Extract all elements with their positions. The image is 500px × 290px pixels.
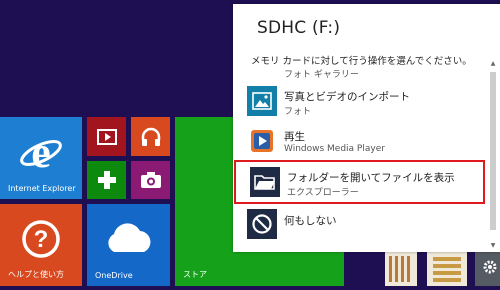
puzzle-icon xyxy=(433,256,461,282)
option-title: 再生 xyxy=(284,131,305,143)
option-play[interactable]: 再生 Windows Media Player xyxy=(233,123,486,163)
help-icon: ? xyxy=(20,218,62,260)
tile-label: ヘルプと使い方 xyxy=(8,270,64,279)
photos-icon xyxy=(247,86,277,116)
gear-icon xyxy=(481,258,499,276)
calendar-grid-icon xyxy=(389,256,413,282)
cloud-icon xyxy=(101,220,157,256)
option-list: フォト ギャラリー 写真とビデオのインポート フォト 再生 Windows Me… xyxy=(233,66,486,252)
tile-video[interactable] xyxy=(87,117,126,156)
tile-label: OneDrive xyxy=(95,271,133,280)
tile-calendar-partial[interactable] xyxy=(385,252,417,286)
autoplay-toast: SDHC (F:) メモリ カードに対して行う操作を選んでください。 フォト ギ… xyxy=(233,4,500,252)
option-subtitle: フォト ギャラリー xyxy=(284,70,359,80)
tile-music[interactable] xyxy=(131,117,170,156)
option-title: 写真とビデオのインポート xyxy=(284,91,410,103)
tile-settings-partial[interactable] xyxy=(475,252,500,286)
tile-games[interactable] xyxy=(87,161,126,199)
scroll-down-arrow-icon[interactable]: ▼ xyxy=(489,242,497,250)
tile-game-partial[interactable] xyxy=(427,252,467,286)
game-controller-icon xyxy=(87,161,126,199)
tile-label: ストア xyxy=(183,270,207,279)
option-subtitle: フォト xyxy=(284,107,312,117)
tile-label: Internet Explorer xyxy=(8,184,76,193)
headphones-icon xyxy=(131,117,170,156)
scroll-up-arrow-icon[interactable]: ▲ xyxy=(489,60,497,68)
tile-onedrive[interactable]: OneDrive xyxy=(87,204,170,286)
svg-text:?: ? xyxy=(34,226,49,253)
no-action-icon xyxy=(247,209,277,239)
option-title: フォルダーを開いてファイルを表示 xyxy=(287,172,455,184)
video-icon xyxy=(87,117,126,156)
option-do-nothing[interactable]: 何もしない xyxy=(233,206,486,246)
toast-subtitle: メモリ カードに対して行う操作を選んでください。 xyxy=(251,56,472,67)
option-subtitle: エクスプローラー xyxy=(287,188,359,198)
tile-help[interactable]: ? ヘルプと使い方 xyxy=(0,204,82,286)
tile-camera[interactable] xyxy=(131,161,170,199)
option-open-folder[interactable]: フォルダーを開いてファイルを表示 エクスプローラー xyxy=(234,160,485,204)
camera-icon xyxy=(131,161,170,199)
option-title: 何もしない xyxy=(284,215,337,227)
option-subtitle: Windows Media Player xyxy=(284,144,385,154)
toast-title: SDHC (F:) xyxy=(257,18,341,38)
tile-internet-explorer[interactable]: e Internet Explorer xyxy=(0,117,82,199)
scrollbar[interactable]: ▲ ▼ xyxy=(489,60,497,250)
scrollbar-thumb[interactable] xyxy=(490,72,496,230)
media-player-icon xyxy=(247,126,277,156)
option-import-photos[interactable]: 写真とビデオのインポート フォト xyxy=(233,83,486,123)
svg-text:e: e xyxy=(31,129,51,175)
internet-explorer-icon: e xyxy=(18,129,64,175)
folder-icon xyxy=(250,167,280,197)
